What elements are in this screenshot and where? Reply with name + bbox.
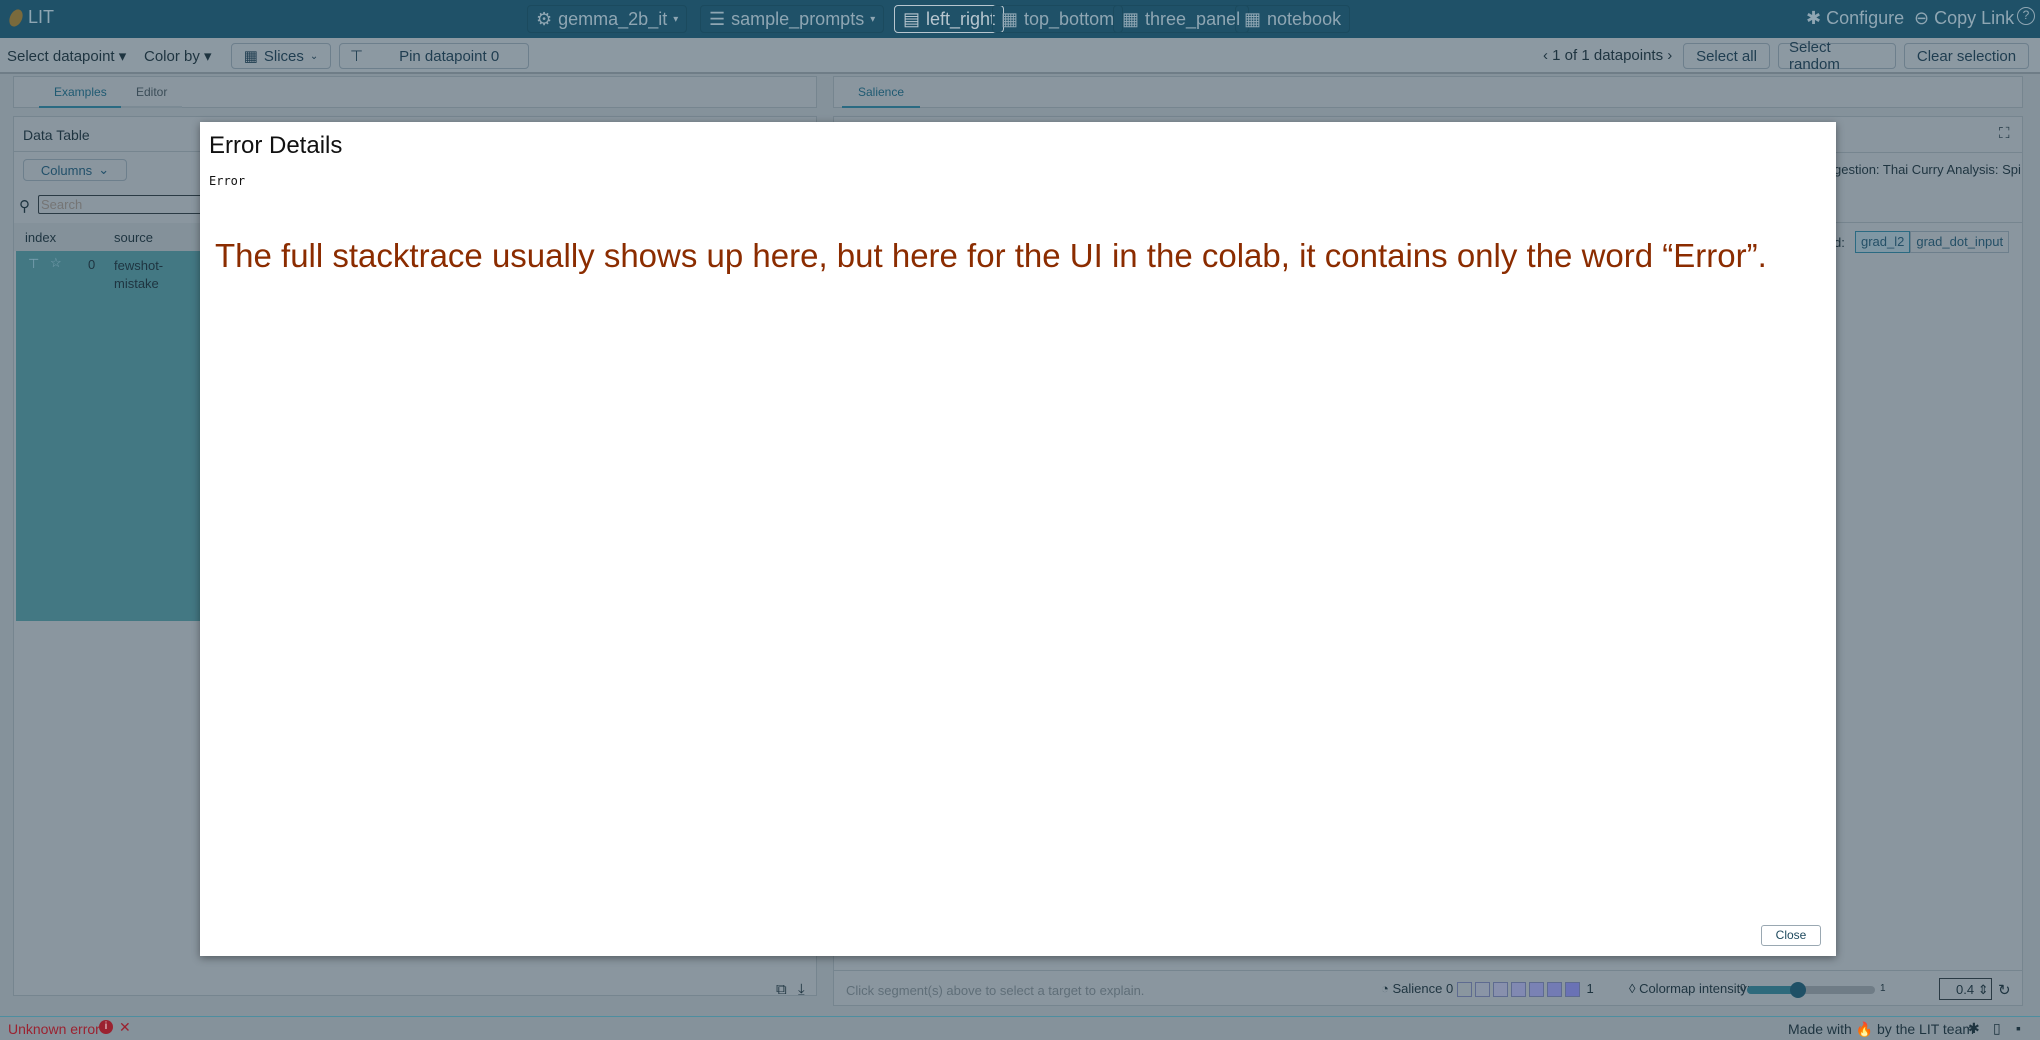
grid-icon: ▦ xyxy=(1244,8,1262,29)
select-all-button[interactable]: Select all xyxy=(1683,43,1770,69)
columns-button[interactable]: Columns ⌄ xyxy=(23,159,127,181)
feedback-icon[interactable]: ▪ xyxy=(2016,1020,2021,1036)
legend-swatch xyxy=(1528,982,1544,998)
expand-icon[interactable]: ⛶ xyxy=(1999,125,2010,142)
reset-icon[interactable]: ↻ xyxy=(1998,981,2011,999)
app-header: LIT ⚙ gemma_2b_it ▾ ☰ sample_prompts ▾ ▤ left… xyxy=(0,0,2040,38)
footer-credit: Made with 🔥 by the LIT team xyxy=(1788,1021,1975,1037)
slider-handle[interactable] xyxy=(1790,982,1807,998)
column-header-index[interactable]: index xyxy=(25,230,56,245)
layout-icon: ▤ xyxy=(903,8,921,29)
grid-icon: ▦ xyxy=(1122,8,1140,29)
gear-icon: ✱ xyxy=(1806,8,1827,28)
right-tabs: Salience xyxy=(833,76,2023,108)
pin-datapoint-button[interactable]: ⊤ Pin datapoint 0 xyxy=(339,43,529,69)
search-icon: ⚲ xyxy=(19,198,30,215)
tab-examples[interactable]: Examples xyxy=(39,85,122,108)
palette-icon: ◔ xyxy=(1381,981,1389,996)
link-icon: ⊖ xyxy=(1914,8,1935,28)
dialog-title: Error Details xyxy=(209,132,343,159)
left-tabs: Examples Editor xyxy=(13,76,817,108)
drop-icon: ◊ xyxy=(1629,981,1636,996)
chevron-down-icon: ▾ xyxy=(870,13,876,25)
pin-icon: ⊤ xyxy=(350,48,364,65)
colormap-control: ◊ Colormap intensity: xyxy=(1629,981,1751,996)
layout-left-right[interactable]: ▤ left_right xyxy=(894,5,1005,33)
intensity-slider[interactable] xyxy=(1747,982,1875,998)
error-details-dialog: Error Details Error The full stacktrace … xyxy=(200,122,1836,956)
copy-link-button[interactable]: ⊖ Copy Link xyxy=(1914,8,2014,29)
dataset-selector[interactable]: ☰ sample_prompts ▾ xyxy=(700,5,885,33)
tab-editor[interactable]: Editor xyxy=(121,85,183,108)
legend-swatch xyxy=(1564,982,1580,998)
annotation-text: The full stacktrace usually shows up her… xyxy=(215,237,1767,274)
help-icon[interactable]: ? xyxy=(2017,7,2035,25)
star-icon[interactable]: ☆ xyxy=(50,255,62,271)
method-grad-l2[interactable]: grad_l2 xyxy=(1855,231,1911,253)
pin-icon[interactable]: ⊤ xyxy=(28,256,39,272)
info-icon[interactable]: i xyxy=(99,1020,113,1034)
panel-title: Data Table xyxy=(23,127,90,143)
copy-icon[interactable]: ⧉ xyxy=(776,981,787,998)
color-by-dropdown[interactable]: Color by ▾ xyxy=(144,47,212,65)
salience-legend: ◔ Salience 0 1 xyxy=(1381,981,1594,998)
method-selector: grad_l2 grad_dot_input xyxy=(1855,231,2010,253)
search-input[interactable] xyxy=(38,195,218,214)
close-button[interactable]: Close xyxy=(1761,925,1821,946)
layout-three-panel[interactable]: ▦ three_panel xyxy=(1113,5,1250,33)
toolbar: Select datapoint ▾ Color by ▾ ▦ Slices ⌄ ⊤… xyxy=(0,38,2040,74)
legend-swatch xyxy=(1492,982,1508,998)
legend-swatch xyxy=(1510,982,1526,998)
intensity-input[interactable]: 0.4 ⇕ xyxy=(1939,978,1992,1000)
grid-icon: ▦ xyxy=(1001,8,1019,29)
app-logo[interactable]: LIT xyxy=(6,6,54,29)
clear-selection-button[interactable]: Clear selection xyxy=(1904,43,2029,69)
chevron-down-icon: ⌄ xyxy=(309,50,319,62)
document-icon[interactable]: ▯ xyxy=(1993,1020,2001,1037)
select-datapoint-dropdown[interactable]: Select datapoint ▾ xyxy=(7,47,126,65)
column-header-source[interactable]: source xyxy=(114,230,153,245)
bug-icon[interactable]: ✱ xyxy=(1968,1020,1980,1037)
tab-salience[interactable]: Salience xyxy=(842,85,921,108)
status-bar: Unknown error i ✕ Made with 🔥 by the LIT… xyxy=(0,1016,2040,1040)
list-icon: ☰ xyxy=(709,8,726,29)
error-stacktrace: Error xyxy=(209,174,246,188)
datapoint-navigator[interactable]: ‹ 1 of 1 datapoints › xyxy=(1543,47,1672,64)
select-random-button[interactable]: Select random xyxy=(1778,39,1896,73)
chevron-down-icon: ▾ xyxy=(673,13,679,25)
robot-icon: ⚙ xyxy=(536,8,553,29)
configure-button[interactable]: ✱ Configure xyxy=(1806,8,1904,29)
legend-swatch xyxy=(1474,982,1490,998)
model-selector[interactable]: ⚙ gemma_2b_it ▾ xyxy=(527,5,688,33)
target-hint: Click segment(s) above to select a targe… xyxy=(846,983,1145,998)
slices-button[interactable]: ▦ Slices ⌄ xyxy=(231,43,331,69)
method-grad-dot-input[interactable]: grad_dot_input xyxy=(1910,231,2010,253)
layout-top-bottom[interactable]: ▦ top_bottom xyxy=(992,5,1124,33)
slices-icon: ▦ xyxy=(243,48,258,65)
layout-notebook[interactable]: ▦ notebook xyxy=(1235,5,1351,33)
error-message[interactable]: Unknown error xyxy=(8,1021,100,1037)
close-icon[interactable]: ✕ xyxy=(119,1019,131,1036)
legend-swatch xyxy=(1546,982,1562,998)
download-icon[interactable]: ⤓ xyxy=(798,981,805,998)
lit-logo-icon xyxy=(6,6,26,29)
legend-swatch xyxy=(1456,982,1472,998)
